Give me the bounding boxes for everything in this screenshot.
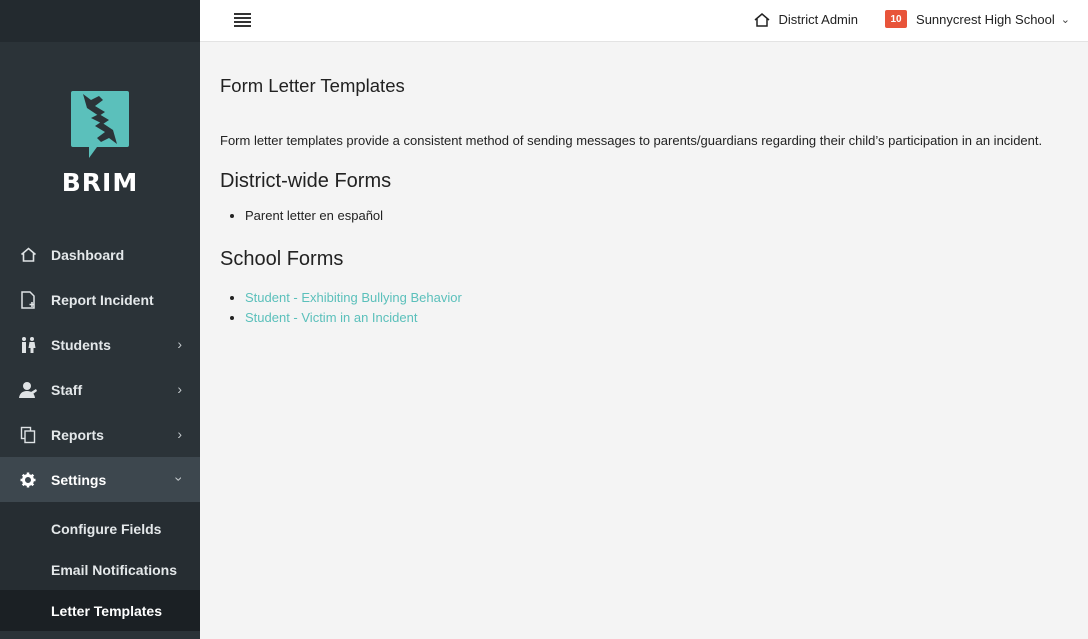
school-selector[interactable]: 10 Sunnycrest High School ⌄ <box>885 10 1070 28</box>
district-admin-label: District Admin <box>778 12 858 27</box>
district-admin-link[interactable]: District Admin <box>754 12 858 27</box>
sidebar-subitem-label: Email Notifications <box>51 561 178 578</box>
sidebar-item-staff[interactable]: Staff › <box>0 367 200 412</box>
sidebar-item-students[interactable]: Students › <box>0 322 200 367</box>
sidebar-item-label: Report Incident <box>51 291 154 308</box>
sidebar-subitem-letter-templates[interactable]: Letter Templates <box>0 590 200 631</box>
main-content: Form Letter Templates Form letter templa… <box>220 75 1070 328</box>
sidebar-subitem-configure-fields[interactable]: Configure Fields <box>0 508 200 549</box>
chevron-right-icon: › <box>177 426 182 442</box>
sidebar-item-dashboard[interactable]: Dashboard <box>0 232 200 277</box>
settings-submenu: Configure Fields Email Notifications Let… <box>0 502 200 631</box>
sidebar-top-bar <box>0 0 200 42</box>
hamburger-menu-icon[interactable] <box>234 13 251 27</box>
school-forms-heading: School Forms <box>220 248 344 270</box>
gear-icon <box>18 470 38 490</box>
sidebar-item-label: Reports <box>51 426 104 443</box>
chevron-right-icon: › <box>177 381 182 397</box>
page-intro: Form letter templates provide a consiste… <box>220 133 1043 148</box>
sidebar-item-report-incident[interactable]: Report Incident <box>0 277 200 322</box>
file-plus-icon <box>18 290 38 310</box>
district-forms-heading: District-wide Forms <box>220 170 392 192</box>
district-forms-list: Parent letter en español <box>220 206 1070 226</box>
school-name: Sunnycrest High School <box>916 11 1055 27</box>
list-item: Student - Victim in an Incident <box>245 308 1070 328</box>
home-icon <box>18 245 38 265</box>
sidebar-subitem-email-notifications[interactable]: Email Notifications <box>0 549 200 590</box>
chevron-down-icon: ⌄ <box>1060 13 1070 26</box>
students-icon <box>18 335 38 355</box>
page-title: Form Letter Templates <box>220 75 405 96</box>
brim-logo[interactable]: BRIM <box>0 88 200 197</box>
template-link-bullying[interactable]: Student - Exhibiting Bullying Behavior <box>245 290 462 305</box>
notification-badge: 10 <box>885 10 908 28</box>
sidebar-subitem-label: Letter Templates <box>51 602 162 619</box>
template-link-victim[interactable]: Student - Victim in an Incident <box>245 310 417 325</box>
home-icon <box>754 12 770 27</box>
list-item: Parent letter en español <box>245 206 1070 226</box>
copy-icon <box>18 425 38 445</box>
sidebar-item-settings[interactable]: Settings › <box>0 457 200 502</box>
sidebar-item-label: Students <box>51 336 111 353</box>
chevron-right-icon: › <box>177 336 182 352</box>
sidebar-item-label: Staff <box>51 381 83 398</box>
sidebar-item-label: Dashboard <box>51 246 125 263</box>
sidebar-item-label: Settings <box>51 471 107 488</box>
list-item: Student - Exhibiting Bullying Behavior <box>245 288 1070 308</box>
sidebar: BRIM Dashboard Report Incident Students … <box>0 0 200 639</box>
sidebar-item-reports[interactable]: Reports › <box>0 412 200 457</box>
hands-logo-icon <box>71 91 129 158</box>
sidebar-nav: Dashboard Report Incident Students › Sta… <box>0 232 200 631</box>
staff-icon <box>18 380 38 400</box>
sidebar-subitem-label: Configure Fields <box>51 520 162 537</box>
brand-name: BRIM <box>61 168 139 197</box>
chevron-down-icon: › <box>171 476 188 482</box>
school-forms-list: Student - Exhibiting Bullying Behavior S… <box>220 288 1070 328</box>
top-bar: District Admin 10 Sunnycrest High School… <box>200 0 1088 42</box>
